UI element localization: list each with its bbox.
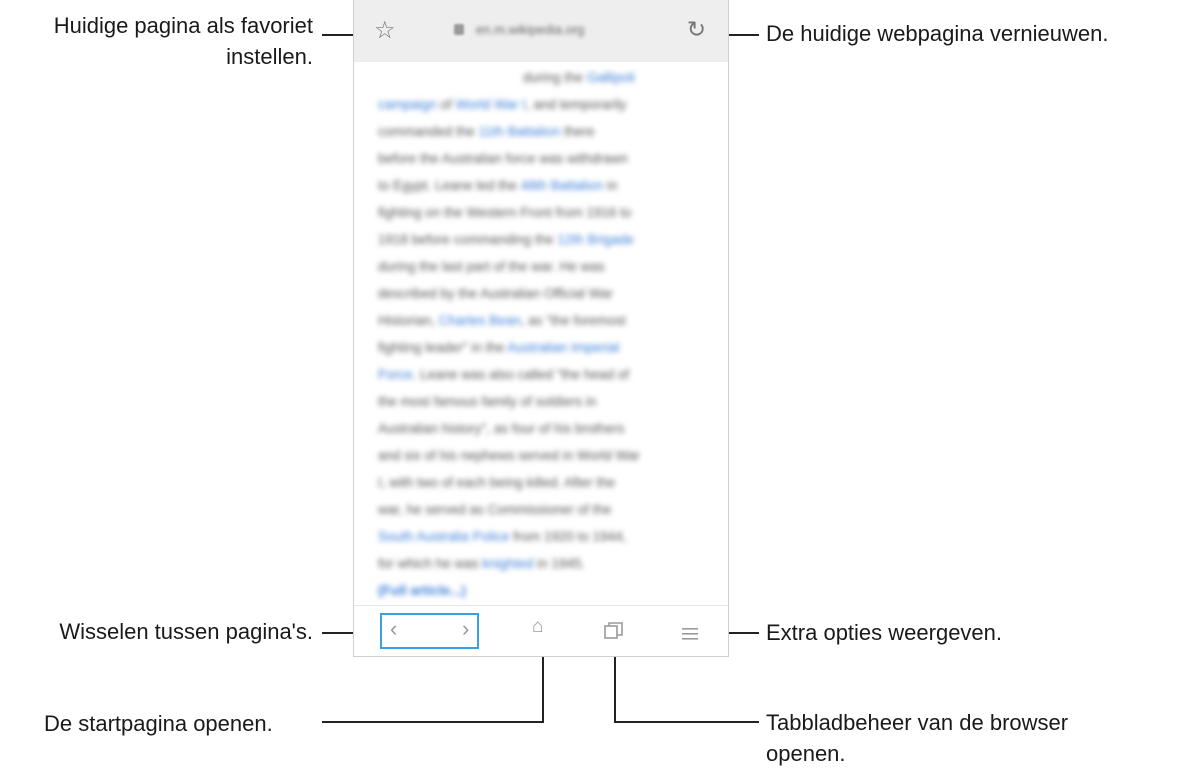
article-text: Historian, bbox=[378, 313, 439, 328]
article-line: before the Australian force was withdraw… bbox=[378, 145, 708, 172]
article-link[interactable]: Gallipoli bbox=[587, 70, 635, 85]
article-line: war, he served as Commissioner of the bbox=[378, 496, 708, 523]
article-line: commanded the 11th Battalion there bbox=[378, 118, 708, 145]
article-line: Force. Leane was also called "the head o… bbox=[378, 361, 708, 388]
article-text: fighting leader" in the bbox=[378, 340, 508, 355]
article-link[interactable]: knighted bbox=[482, 556, 533, 571]
article-line: Historian, Charles Bean, as "the foremos… bbox=[378, 307, 708, 334]
article-text: , and temporarily bbox=[525, 97, 627, 112]
favorite-callout: Huidige pagina als favoriet instellen. bbox=[54, 10, 313, 72]
tabs-leader-v bbox=[614, 654, 616, 723]
article-link[interactable]: (Full article...) bbox=[378, 583, 466, 598]
article-link[interactable]: 12th Brigade bbox=[557, 232, 634, 247]
article-text: Australian history", as four of his brot… bbox=[378, 421, 625, 436]
article-line: during the last part of the war. He was bbox=[378, 253, 708, 280]
article-content: during the Gallipoli campaign of World Wa… bbox=[378, 64, 708, 604]
article-text: , as "the foremost bbox=[520, 313, 626, 328]
article-link[interactable]: Australian Imperial bbox=[507, 340, 619, 355]
article-text: and six of his nephews served in World W… bbox=[378, 448, 640, 463]
more-callout: Extra opties weergeven. bbox=[766, 620, 1003, 645]
article-text: from 1920 to 1944, bbox=[509, 529, 627, 544]
address-bar[interactable]: ☆ en.m.wikipedia.org ↻ bbox=[354, 0, 728, 62]
article-line: Australian history", as four of his brot… bbox=[378, 415, 708, 442]
article-link[interactable]: 11th Battalion bbox=[479, 124, 561, 139]
article-line: I, with two of each being killed. After … bbox=[378, 469, 708, 496]
article-link[interactable]: Force bbox=[378, 367, 413, 382]
article-text: of bbox=[436, 97, 456, 112]
article-text: in bbox=[603, 178, 618, 193]
browser-screen: ☆ en.m.wikipedia.org ↻ during the Gallip… bbox=[353, 0, 729, 657]
article-text: 1918 before commanding the bbox=[378, 232, 558, 247]
url-text[interactable]: en.m.wikipedia.org bbox=[476, 22, 584, 37]
favorite-callout-line1: Huidige pagina als favoriet bbox=[53, 13, 313, 38]
tabs-leader-h bbox=[614, 721, 759, 723]
article-text: described by the Australian Official War bbox=[378, 286, 613, 301]
article-text: to Egypt. Leane led the bbox=[378, 178, 521, 193]
article-text: there bbox=[560, 124, 595, 139]
article-line: the most famous family of soldiers in bbox=[378, 388, 708, 415]
chevron-right-icon[interactable]: › bbox=[462, 616, 469, 642]
article-line: to Egypt. Leane led the 48th Battalion i… bbox=[378, 172, 708, 199]
switch-callout: Wisselen tussen pagina's. bbox=[59, 619, 313, 644]
article-link[interactable]: 48th Battalion bbox=[521, 178, 604, 193]
article-text: commanded the bbox=[378, 124, 479, 139]
article-text: before the Australian force was withdraw… bbox=[378, 151, 628, 166]
chevron-left-icon[interactable]: ‹ bbox=[390, 616, 397, 642]
article-line: fighting leader" in the Australian Imper… bbox=[378, 334, 708, 361]
article-text: . Leane was also called "the head of bbox=[412, 367, 629, 382]
star-icon[interactable]: ☆ bbox=[374, 16, 396, 45]
reload-callout: De huidige webpagina vernieuwen. bbox=[766, 21, 1109, 46]
tabs-icon[interactable] bbox=[604, 620, 624, 646]
favorite-callout-line2: instellen. bbox=[226, 44, 313, 69]
article-line: fighting on the Western Front from 1916 … bbox=[378, 199, 708, 226]
article-text: fighting on the Western Front from 1916 … bbox=[378, 205, 632, 220]
article-line: described by the Australian Official War bbox=[378, 280, 708, 307]
article-text: war, he served as Commissioner of the bbox=[378, 502, 612, 517]
article-line: 1918 before commanding the 12th Brigade bbox=[378, 226, 708, 253]
menu-icon[interactable] bbox=[682, 621, 698, 647]
article-line: and six of his nephews served in World W… bbox=[378, 442, 708, 469]
article-line: South Australia Police from 1920 to 1944… bbox=[378, 523, 708, 550]
tabs-callout: Tabbladbeheer van de browser openen. bbox=[766, 707, 1068, 769]
home-leader-v bbox=[542, 656, 544, 723]
reload-icon[interactable]: ↻ bbox=[687, 16, 706, 43]
tabs-callout-line2: openen. bbox=[766, 741, 846, 766]
article-text: I, with two of each being killed. After … bbox=[378, 475, 616, 490]
article-line: campaign of World War I, and temporarily bbox=[378, 91, 708, 118]
article-link[interactable]: Charles Bean bbox=[439, 313, 521, 328]
article-link[interactable]: World War I bbox=[455, 97, 526, 112]
bottom-toolbar: ‹ › ⌂ bbox=[354, 605, 728, 656]
article-link[interactable]: campaign bbox=[378, 97, 437, 112]
home-leader-h bbox=[322, 721, 544, 723]
article-line: for which he was knighted in 1945. bbox=[378, 550, 708, 577]
article-text: during the bbox=[523, 70, 587, 85]
article-text: for which he was bbox=[378, 556, 483, 571]
article-text: the most famous family of soldiers in bbox=[378, 394, 597, 409]
tabs-callout-line1: Tabbladbeheer van de browser bbox=[766, 710, 1069, 735]
home-icon[interactable]: ⌂ bbox=[532, 616, 543, 638]
article-link[interactable]: South Australia Police bbox=[378, 529, 509, 544]
article-text: in 1945. bbox=[533, 556, 586, 571]
article-text: during the last part of the war. He was bbox=[378, 259, 605, 274]
article-line: during the Gallipoli bbox=[378, 64, 708, 91]
article-line: (Full article...) bbox=[378, 577, 708, 604]
lock-icon bbox=[454, 24, 464, 35]
home-callout: De startpagina openen. bbox=[44, 711, 273, 736]
